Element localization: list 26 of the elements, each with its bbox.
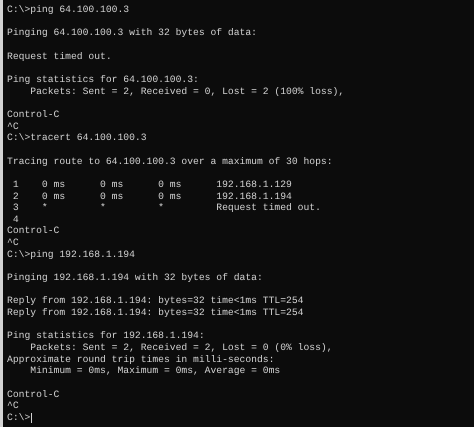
- terminal-line: Control-C: [7, 225, 60, 238]
- terminal-line: Request timed out.: [7, 50, 112, 62]
- terminal-line: Pinging 64.100.100.3 with 32 bytes of data:: [7, 27, 257, 39]
- terminal-line: Control-C: [7, 108, 60, 121]
- terminal-line: 1 0 ms 0 ms 0 ms 192.168.1.129: [12, 178, 292, 190]
- terminal-line: 2 0 ms 0 ms 0 ms 192.168.1.194: [12, 190, 292, 202]
- terminal-line: Approximate round trip times in milli-seconds:: [7, 354, 274, 366]
- terminal-line: ^C: [7, 400, 19, 412]
- terminal-line: Control-C: [7, 388, 60, 400]
- terminal-line: Ping statistics for 192.168.1.194:: [7, 330, 205, 342]
- terminal-line: Ping statistics for 64.100.100.3:: [7, 74, 199, 86]
- terminal-line: 4: [12, 214, 19, 226]
- terminal-line: Pinging 192.168.1.194 with 32 bytes of data:: [7, 272, 263, 284]
- terminal-line: 3 * * * Request timed out.: [12, 202, 321, 214]
- terminal-line: C:\>: [7, 412, 30, 424]
- terminal-line: C:\>ping 192.168.1.194: [7, 248, 135, 260]
- terminal-line: C:\>tracert 64.100.100.3: [7, 132, 147, 144]
- terminal-line: Minimum = 0ms, Maximum = 0ms, Average = 0ms: [29, 365, 280, 377]
- terminal-line: C:\>ping 64.100.100.3: [7, 4, 130, 16]
- terminal-line: Tracing route to 64.100.100.3 over a maximum of 30 hops:: [7, 156, 333, 168]
- terminal-line: Reply from 192.168.1.194: bytes=32 time<1ms TTL=254: [7, 295, 304, 308]
- terminal-line: ^C: [7, 237, 19, 249]
- terminal-line: Packets: Sent = 2, Received = 0, Lost = 2 (100% loss),: [29, 86, 344, 98]
- terminal-line: Reply from 192.168.1.194: bytes=32 time<1ms TTL=254: [7, 307, 304, 319]
- terminal-line: Packets: Sent = 2, Received = 2, Lost = 0 (0% loss),: [29, 342, 333, 354]
- terminal-line: ^C: [7, 120, 19, 132]
